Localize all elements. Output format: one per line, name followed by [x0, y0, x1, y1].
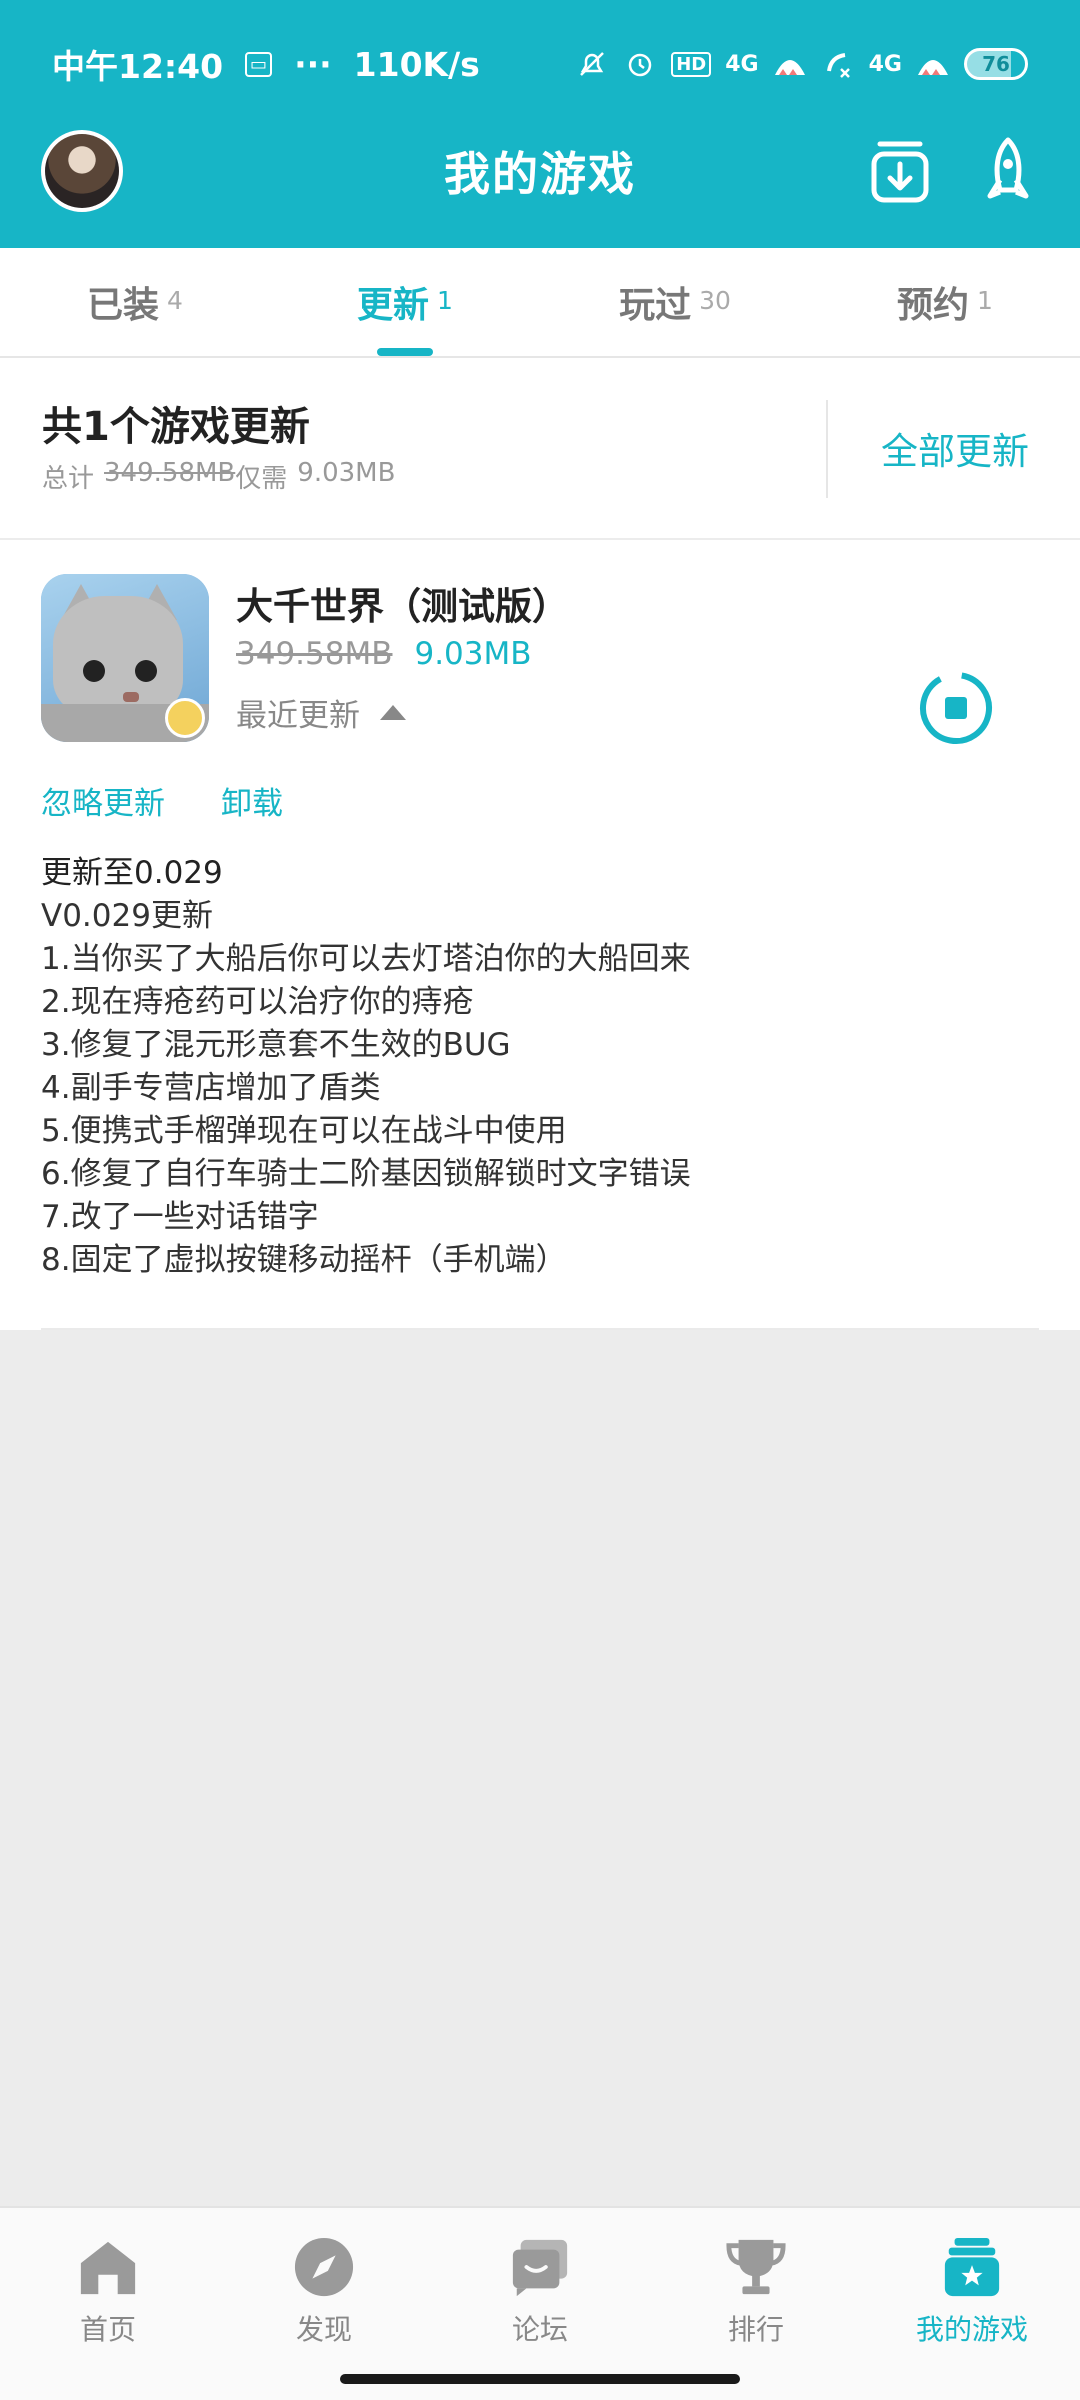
game-actions: 忽略更新 卸载	[41, 778, 283, 823]
tab-label: 预约	[897, 285, 970, 326]
tab-count: 1	[437, 285, 453, 315]
signal-icon-2	[916, 47, 950, 81]
recent-update-label: 最近更新	[236, 698, 360, 734]
game-icon-nose	[123, 692, 139, 702]
nav-discover[interactable]: 发现	[216, 2208, 432, 2348]
game-icon-eye	[135, 660, 157, 682]
tab-count: 4	[167, 285, 183, 315]
divider	[41, 1328, 1039, 1330]
note-line: V0.029更新	[41, 898, 213, 934]
game-original-size: 349.58MB	[236, 636, 393, 672]
game-patch-size: 9.03MB	[414, 636, 532, 672]
original-total-size: 349.58MB	[104, 458, 236, 488]
game-name[interactable]: 大千世界（测试版）	[236, 576, 569, 630]
home-icon	[80, 2241, 136, 2295]
battery-indicator: 76	[964, 48, 1028, 80]
game-tabs: 已装 4 更新 1 玩过 30 预约 1	[0, 248, 1080, 358]
update-all-button[interactable]: 全部更新	[830, 358, 1080, 538]
game-icon-eye	[83, 660, 105, 682]
nav-label: 论坛	[511, 2313, 568, 2346]
ignore-update-button[interactable]: 忽略更新	[41, 778, 165, 823]
network-4g-1: 4G	[725, 51, 759, 77]
total-label: 总计	[42, 464, 95, 494]
app-bar: 我的游戏	[0, 128, 1080, 248]
recent-update-toggle[interactable]: 最近更新	[236, 690, 406, 735]
my-games-icon	[944, 2237, 1000, 2297]
nav-home[interactable]: 首页	[0, 2208, 216, 2348]
home-indicator[interactable]	[340, 2374, 740, 2384]
note-line: 更新至0.029	[41, 855, 223, 891]
note-line: 3.修复了混元形意套不生效的BUG	[41, 1027, 511, 1063]
game-icon[interactable]	[41, 574, 209, 742]
tab-updates[interactable]: 更新 1	[270, 248, 540, 356]
note-line: 2.现在痔疮药可以治疗你的痔疮	[41, 984, 474, 1020]
tab-count: 30	[699, 285, 731, 315]
tab-label: 玩过	[619, 285, 692, 326]
forum-icon	[512, 2239, 568, 2297]
status-bar: 中午12:40 ▭ ··· 110K/s HD 4G 4G 76	[0, 0, 1080, 128]
trophy-icon	[726, 2239, 786, 2295]
nav-label: 发现	[295, 2313, 352, 2346]
network-4g-2: 4G	[868, 51, 902, 77]
note-line: 7.改了一些对话错字	[41, 1199, 319, 1235]
note-line: 5.便携式手榴弹现在可以在战斗中使用	[41, 1113, 567, 1149]
tab-played[interactable]: 玩过 30	[540, 248, 810, 356]
stop-download-button[interactable]	[918, 670, 994, 746]
smile-badge-icon	[165, 698, 205, 738]
nav-label: 我的游戏	[915, 2313, 1028, 2346]
compass-icon	[294, 2237, 354, 2297]
note-line: 6.修复了自行车骑士二阶基因锁解锁时文字错误	[41, 1156, 691, 1192]
nav-label: 排行	[727, 2313, 784, 2346]
stop-icon	[920, 672, 992, 744]
mute-icon	[575, 47, 609, 81]
signal-icon	[773, 47, 807, 81]
update-summary: 共1个游戏更新 总计 349.58MB 仅需 9.03MB 全部更新	[0, 358, 1080, 538]
download-manager-icon[interactable]	[868, 136, 932, 206]
game-update-card: 大千世界（测试版） 349.58MB 9.03MB 最近更新 忽略更新 卸载 更…	[0, 540, 1080, 1330]
note-line: 1.当你买了大船后你可以去灯塔泊你的大船回来	[41, 941, 691, 977]
alarm-icon	[623, 47, 657, 81]
bottom-navigation: 首页 发现 论坛 排行 我的游戏	[0, 2206, 1080, 2400]
game-icon-cat	[53, 596, 183, 724]
status-time: 中午12:40	[52, 47, 224, 86]
tab-label: 已装	[87, 285, 160, 326]
rocket-icon[interactable]	[976, 136, 1040, 206]
only-need-label: 仅需	[235, 464, 288, 494]
status-more-dots: ···	[294, 44, 332, 84]
notification-icon: ▭	[245, 51, 273, 77]
caret-up-icon	[380, 705, 406, 720]
game-sizes: 349.58MB 9.03MB	[236, 636, 532, 672]
update-notes: 更新至0.029 V0.029更新 1.当你买了大船后你可以去灯塔泊你的大船回来…	[41, 852, 691, 1282]
summary-title: 共1个游戏更新	[42, 404, 310, 450]
divider	[826, 400, 828, 498]
tab-installed[interactable]: 已装 4	[0, 248, 270, 356]
hd-icon: HD	[671, 51, 712, 77]
nav-forum[interactable]: 论坛	[432, 2208, 648, 2348]
note-line: 4.副手专营店增加了盾类	[41, 1070, 381, 1106]
nav-label: 首页	[79, 2313, 136, 2346]
tab-count: 1	[977, 285, 993, 315]
network-speed: 110K/s	[353, 44, 480, 84]
tab-label: 更新	[357, 285, 430, 326]
top-header: 中午12:40 ▭ ··· 110K/s HD 4G 4G 76 我的游戏	[0, 0, 1080, 248]
summary-sizes: 总计 349.58MB 仅需 9.03MB	[42, 458, 395, 495]
call-icon	[821, 47, 855, 81]
patch-total-size: 9.03MB	[297, 458, 396, 488]
note-line: 8.固定了虚拟按键移动摇杆（手机端）	[41, 1242, 567, 1278]
uninstall-button[interactable]: 卸载	[221, 778, 283, 823]
tab-reserved[interactable]: 预约 1	[810, 248, 1080, 356]
nav-my-games[interactable]: 我的游戏	[864, 2208, 1080, 2348]
nav-ranking[interactable]: 排行	[648, 2208, 864, 2348]
